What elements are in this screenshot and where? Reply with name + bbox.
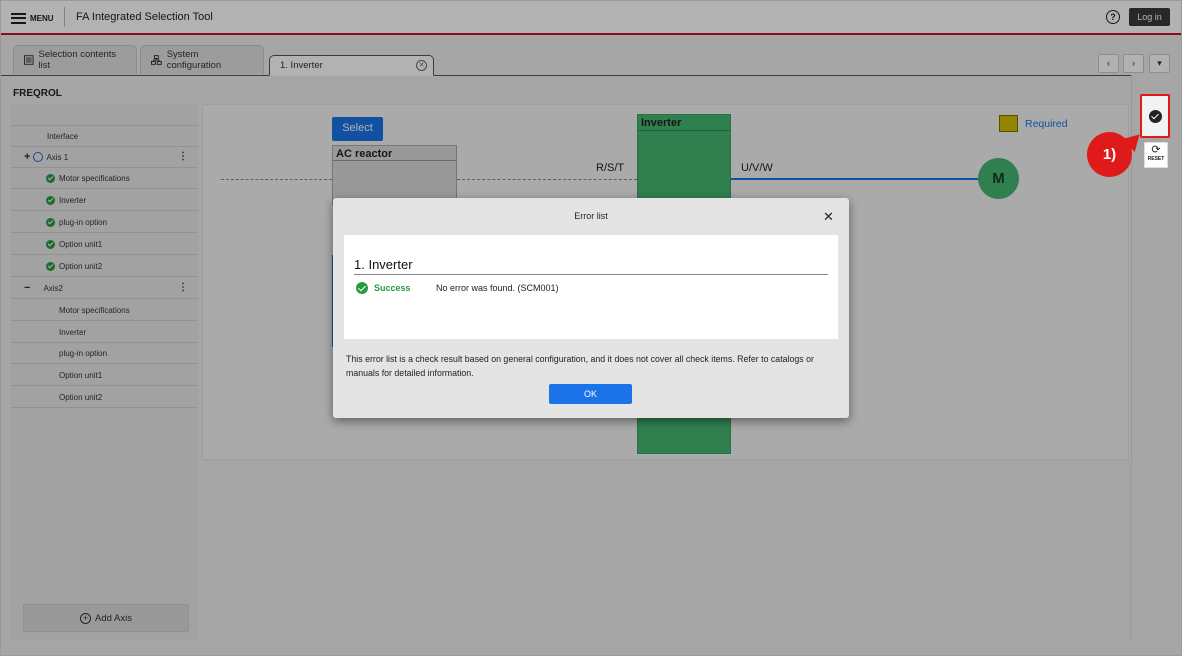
status-message: No error was found. (SCM001) [436,283,559,293]
error-list-dialog: Error list ✕ 1. Inverter Success No erro… [333,198,849,418]
check-circle-icon [1149,110,1162,123]
close-icon[interactable]: ✕ [823,209,834,225]
app-window: MENU FA Integrated Selection Tool ? Log … [0,0,1182,656]
step-callout: 1) [1087,132,1132,177]
success-check-icon [356,282,368,294]
divider [354,274,828,275]
reset-label: RESET [1147,156,1165,162]
status-label: Success [374,283,411,293]
dialog-note: This error list is a check result based … [346,354,814,378]
ok-button[interactable]: OK [549,384,632,404]
check-button[interactable] [1140,94,1170,138]
dialog-title: Error list [574,211,608,221]
reset-icon: ⟳ [1151,144,1161,156]
error-result-panel: 1. Inverter Success No error was found. … [344,235,838,339]
result-heading: 1. Inverter [354,257,413,272]
reset-button[interactable]: ⟳ RESET [1144,142,1168,168]
